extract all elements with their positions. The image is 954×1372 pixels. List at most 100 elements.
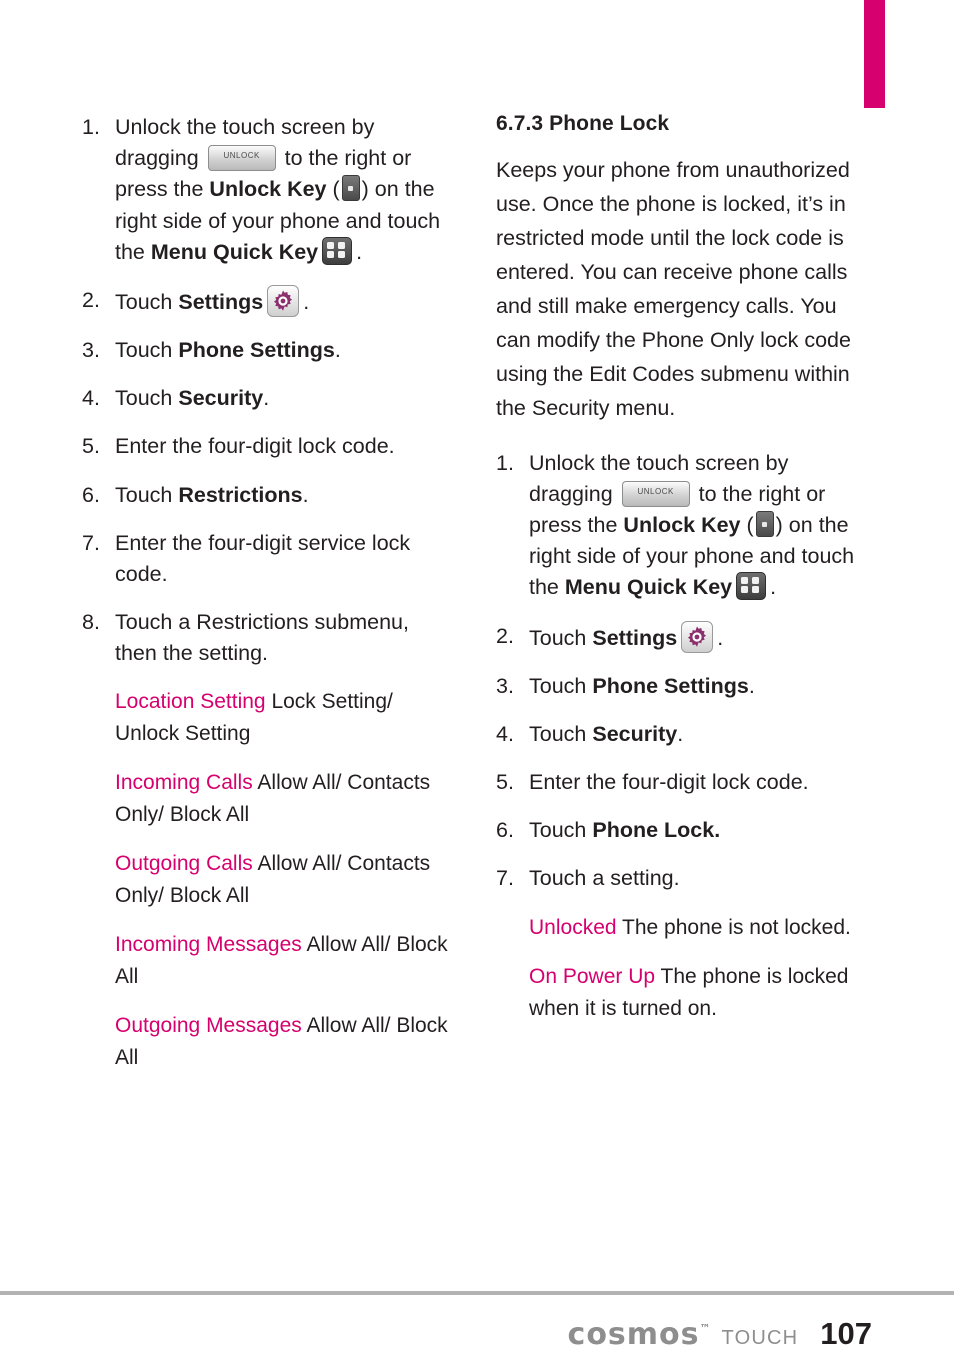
step-item: 2. Touch Settings. [82, 284, 454, 318]
definition-item: Incoming Calls Allow All/ Contacts Only/… [82, 767, 454, 830]
definition-term: Outgoing Calls [115, 852, 253, 876]
step-number: 6. [82, 482, 100, 507]
step-text-run: Touch [115, 386, 179, 411]
definition-term: Location Setting [115, 690, 266, 714]
step-text: Touch a Restrictions submenu, then the s… [115, 610, 409, 665]
step-text: Enter the four-digit lock code. [529, 770, 809, 794]
step-item: 8. Touch a Restrictions submenu, then the… [82, 607, 454, 669]
step-number: 3. [496, 673, 514, 698]
definition-description: The phone is not locked. [622, 915, 851, 939]
menu-quick-dot [338, 241, 346, 249]
brand-name: cosmos [567, 1317, 700, 1352]
step-item: 6. Touch Restrictions. [82, 480, 454, 511]
page-footer: cosmos™ TOUCH 107 [568, 1316, 872, 1352]
step-item: 3. Touch Phone Settings. [82, 335, 454, 366]
step-item: 7. Touch a setting. [496, 863, 868, 894]
menu-quick-dot [327, 250, 335, 258]
step-text-run: . [717, 625, 724, 650]
step-emphasis: Phone Settings [178, 338, 335, 363]
brand-logo: cosmos™ [568, 1317, 712, 1352]
definition-item: On Power Up The phone is locked when it … [496, 961, 868, 1024]
step-text-run: . [263, 386, 270, 411]
menu-quick-dot [752, 577, 760, 585]
step-emphasis: Security [592, 721, 678, 746]
step-text-run: Enter the four-digit lock code. [529, 770, 809, 795]
step-number: 2. [496, 623, 514, 648]
step-text: Touch Security. [115, 386, 269, 410]
step-number: 8. [82, 610, 100, 635]
step-number: 7. [496, 866, 514, 891]
section-heading: 6.7.3 Phone Lock [496, 112, 670, 135]
step-text-run: Touch [529, 818, 593, 843]
step-text: Touch Restrictions. [115, 483, 309, 507]
right-definition-list: Unlocked The phone is not locked. On Powe… [496, 912, 868, 1025]
step-text-run: Touch a setting. [529, 866, 680, 891]
step-number: 4. [82, 386, 100, 411]
step-number: 5. [496, 770, 514, 795]
step-emphasis: Menu Quick Key [150, 239, 319, 264]
menu-quick-dot [741, 577, 749, 585]
menu-quick-dot [741, 586, 749, 594]
step-text-run: . [303, 289, 310, 314]
step-emphasis: Unlock Key [623, 513, 741, 538]
unlock-slider-label: UNLOCK [223, 151, 260, 161]
step-text-run: Touch [115, 338, 179, 363]
step-number: 5. [82, 434, 100, 459]
step-text-run: . [356, 239, 363, 264]
definition-item: Unlocked The phone is not locked. [496, 912, 868, 944]
left-step-list: 1. Unlock the touch screen by dragging UN… [82, 112, 454, 669]
step-text-run: ( [326, 177, 340, 202]
step-emphasis: Settings [592, 625, 678, 650]
step-emphasis: Restrictions [178, 482, 303, 507]
step-text-run: Enter the four-digit lock code. [115, 434, 395, 459]
left-definition-list: Location Setting Lock Setting/ Unlock Se… [82, 686, 454, 1073]
definition-item: Outgoing Messages Allow All/ Block All [82, 1010, 454, 1073]
step-text: Unlock the touch screen by dragging UNLO… [115, 115, 440, 265]
step-emphasis: Security [178, 386, 264, 411]
manual-page: 1. Unlock the touch screen by dragging UN… [0, 0, 954, 1372]
definition-item: Location Setting Lock Setting/ Unlock Se… [82, 686, 454, 749]
step-text: Touch Security. [529, 722, 683, 746]
menu-quick-key-icon [736, 572, 767, 601]
step-text-run: . [302, 482, 309, 507]
brand-suffix: TOUCH [721, 1327, 799, 1349]
step-text-run: Touch [115, 482, 179, 507]
step-text: Touch Settings. [115, 284, 310, 317]
left-column: 1. Unlock the touch screen by dragging UN… [82, 112, 454, 1091]
definition-term: On Power Up [529, 965, 656, 989]
unlock-key-icon [755, 511, 774, 538]
settings-gear-icon [267, 284, 300, 317]
step-item: 6. Touch Phone Lock. [496, 815, 868, 846]
menu-quick-dot [327, 241, 335, 249]
step-text-run: . [748, 673, 755, 698]
definition-term: Unlocked [529, 915, 617, 939]
step-text-run: . [334, 338, 341, 363]
step-text-run: Enter the four-digit service lock code. [115, 530, 411, 586]
step-number: 7. [82, 530, 100, 555]
step-item: 3. Touch Phone Settings. [496, 671, 868, 702]
definition-term: Incoming Messages [115, 933, 302, 957]
page-number: 107 [820, 1316, 872, 1351]
step-emphasis: Phone Settings [592, 673, 749, 698]
step-emphasis: Menu Quick Key [564, 575, 733, 600]
unlock-slider-icon: UNLOCK [621, 480, 690, 507]
menu-quick-dot [338, 250, 346, 258]
unlock-key-dot [762, 521, 768, 527]
settings-gear-icon [681, 620, 714, 653]
page-edge-tab [864, 0, 885, 108]
step-number: 3. [82, 338, 100, 363]
step-text-run: Touch [529, 625, 593, 650]
section-intro: Keeps your phone from unauthorized use. … [496, 158, 851, 420]
definition-item: Outgoing Calls Allow All/ Contacts Only/… [82, 848, 454, 911]
step-item: 1. Unlock the touch screen by dragging UN… [82, 112, 454, 268]
step-item: 5. Enter the four-digit lock code. [496, 767, 868, 798]
step-item: 1. Unlock the touch screen by dragging UN… [496, 448, 868, 604]
right-step-list: 1. Unlock the touch screen by dragging UN… [496, 448, 868, 895]
step-text-run: Touch [529, 673, 593, 698]
step-number: 1. [496, 450, 514, 475]
step-text-run: Touch [529, 721, 593, 746]
menu-quick-dot [752, 586, 760, 594]
step-text-run: Touch [115, 289, 179, 314]
step-item: 4. Touch Security. [496, 719, 868, 750]
step-text-run: . [677, 721, 684, 746]
